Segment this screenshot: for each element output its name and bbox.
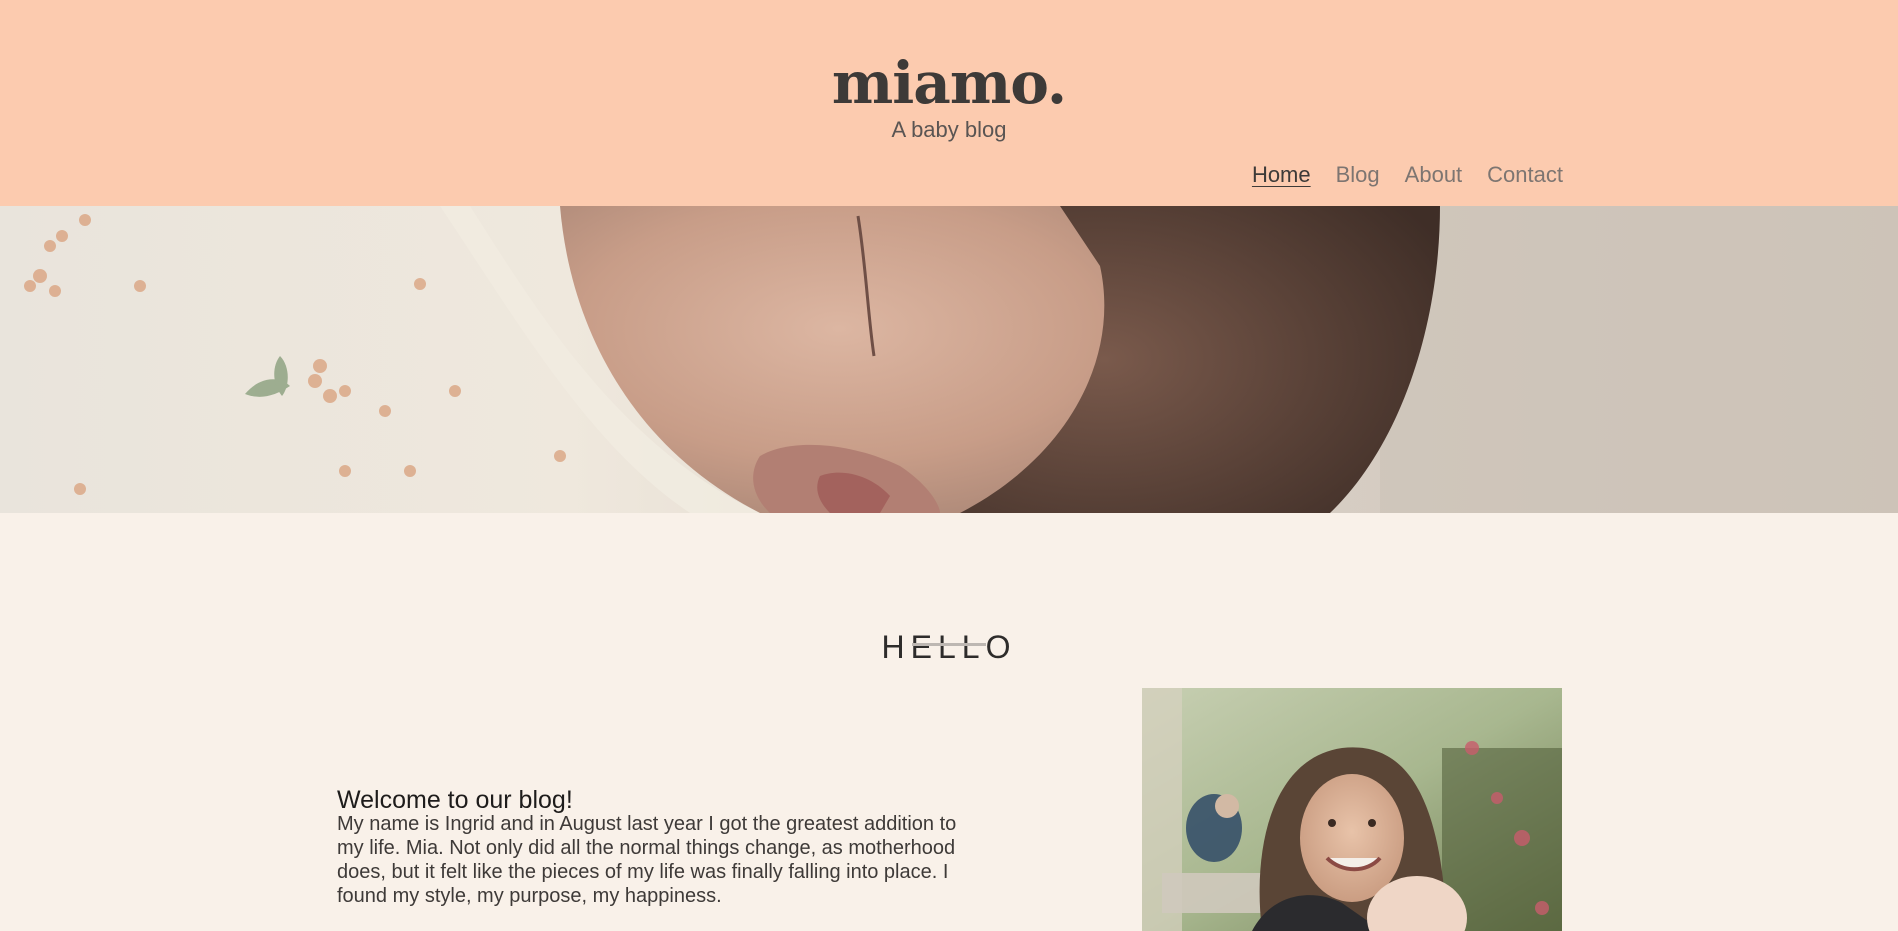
main-nav: Home Blog About Contact [1252, 159, 1563, 191]
heading-divider [912, 643, 986, 646]
nav-contact-link[interactable]: Contact [1487, 159, 1563, 191]
mother-and-baby-photo [1142, 688, 1562, 931]
section-heading: HELLO [881, 628, 1017, 665]
nav-blog-link[interactable]: Blog [1336, 159, 1380, 191]
portrait-image [1142, 688, 1562, 931]
sleeping-baby-photo [0, 206, 1898, 513]
welcome-text: My name is Ingrid and in August last yea… [337, 813, 957, 907]
hero-image [0, 206, 1898, 513]
site-logo[interactable]: miamo. [0, 48, 1898, 118]
site-header: miamo. A baby blog Home Blog About Conta… [0, 0, 1898, 206]
site-tagline: A baby blog [891, 117, 1007, 142]
nav-about-link[interactable]: About [1405, 159, 1463, 191]
nav-home-link[interactable]: Home [1252, 159, 1311, 191]
